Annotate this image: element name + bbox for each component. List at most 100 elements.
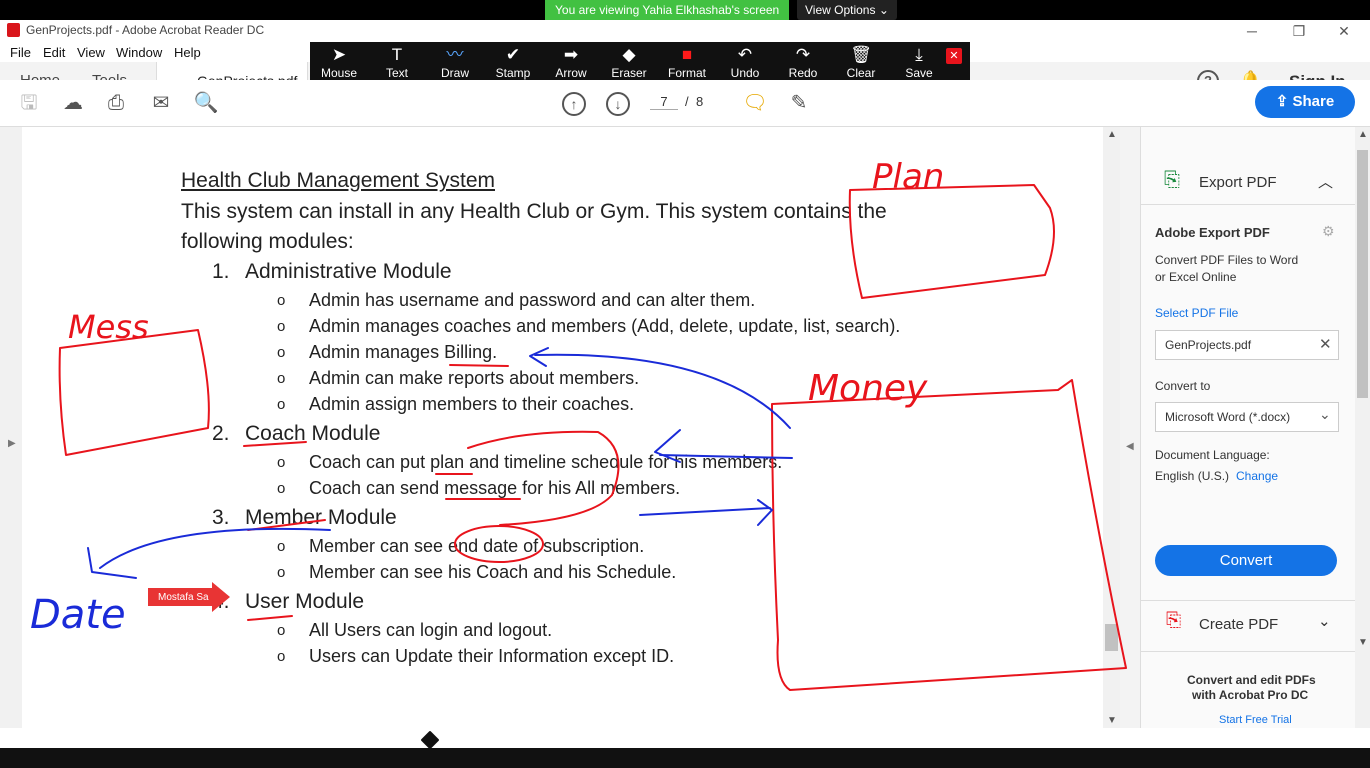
export-desc-line1: Convert PDF Files to Word <box>1155 253 1299 267</box>
convert-to-label: Convert to <box>1155 379 1211 393</box>
list-item: Admin manages coaches and members (Add, … <box>309 316 901 336</box>
bullet-marker: o <box>277 480 286 497</box>
upload-cloud-icon[interactable]: ☁ <box>60 90 86 116</box>
next-page-icon[interactable]: ↓ <box>606 92 630 116</box>
export-pdf-header[interactable]: Export PDF <box>1199 174 1277 191</box>
tool-label: Redo <box>788 66 818 80</box>
list-item: Admin has username and password and can … <box>309 290 756 310</box>
select-file-link[interactable]: Select PDF File <box>1155 306 1238 320</box>
scroll-down-icon[interactable]: ▼ <box>1358 637 1368 648</box>
document-scrollbar[interactable]: ▲ ▼ <box>1103 127 1120 728</box>
free-trial-link[interactable]: Start Free Trial <box>1219 714 1292 726</box>
create-pdf-icon: ⎘ <box>1166 610 1182 631</box>
create-pdf-header[interactable]: Create PDF <box>1199 616 1278 633</box>
change-language-link[interactable]: Change <box>1236 469 1278 483</box>
list-item: All Users can login and logout. <box>309 620 553 640</box>
export-settings-icon[interactable]: ⚙ <box>1322 223 1335 240</box>
adobe-export-title: Adobe Export PDF <box>1155 225 1270 240</box>
menu-file[interactable]: File <box>10 45 31 60</box>
zoom-search-icon[interactable]: 🔍 <box>193 90 219 116</box>
stamp-icon: ✔ <box>505 45 521 64</box>
acrobat-logo-icon <box>7 23 20 37</box>
pdf-page: Health Club Management System This syste… <box>22 127 1103 728</box>
list-item: Admin assign members to their coaches. <box>309 394 635 414</box>
export-desc-line2: or Excel Online <box>1155 270 1237 284</box>
right-panel-divider: ◀ <box>1120 127 1140 728</box>
collapse-right-panel-icon[interactable]: ◀ <box>1126 441 1134 452</box>
highlight-pen-icon[interactable]: ✎ <box>786 90 812 116</box>
module-number: 2. <box>212 422 230 445</box>
bullet-marker: o <box>277 538 286 555</box>
chevron-down-icon[interactable]: ⌄ <box>1318 612 1331 630</box>
list-item: Admin can make reports about members. <box>309 368 640 388</box>
clear-file-icon[interactable]: ✕ <box>1319 335 1332 353</box>
module-heading: Administrative Module <box>245 260 452 283</box>
panel-divider <box>1141 600 1356 601</box>
close-toolbar-icon[interactable]: ✕ <box>946 48 962 64</box>
panel-divider <box>1141 204 1356 205</box>
module-number: 1. <box>212 260 230 283</box>
redo-icon: ↷ <box>795 45 811 64</box>
list-item: Member can see end date of subscription. <box>309 536 645 556</box>
format-select-value: Microsoft Word (*.docx) <box>1165 410 1291 424</box>
save-file-icon[interactable]: 🖫 <box>16 90 42 116</box>
bullet-marker: o <box>277 622 286 639</box>
scroll-up-icon[interactable]: ▲ <box>1107 129 1117 140</box>
scrollbar-thumb[interactable] <box>1105 624 1118 651</box>
list-item: Coach can send message for his All membe… <box>309 478 681 498</box>
bullet-marker: o <box>277 292 286 309</box>
scrollbar-thumb[interactable] <box>1357 150 1368 398</box>
tools-pane-scrollbar[interactable]: ▲ ▼ <box>1355 127 1370 728</box>
document-intro-line2: following modules: <box>181 230 354 253</box>
bullet-marker: o <box>277 648 286 665</box>
page-number-input[interactable]: 7 <box>650 94 678 110</box>
view-options-button[interactable]: View Options ⌄ <box>797 0 897 20</box>
tool-label: Draw <box>440 66 469 80</box>
convert-button[interactable]: Convert <box>1155 545 1337 576</box>
tool-label: Text <box>385 66 408 80</box>
text-icon: T <box>391 45 403 64</box>
tool-label: Save <box>905 66 933 80</box>
email-icon[interactable]: ✉ <box>148 90 174 116</box>
document-intro-line1: This system can install in any Health Cl… <box>181 200 887 223</box>
tool-label: Mouse <box>320 66 358 80</box>
export-pdf-icon: ⎘ <box>1164 169 1180 191</box>
comment-icon[interactable]: 🗨 <box>742 90 768 116</box>
list-item: Admin manages Billing. <box>309 342 498 362</box>
left-panel-collapsed: ▶ <box>0 127 22 728</box>
format-select[interactable]: Microsoft Word (*.docx) ⌄ <box>1155 402 1339 432</box>
bullet-marker: o <box>277 564 286 581</box>
language-value: English (U.S.) <box>1155 469 1230 483</box>
file-field[interactable]: GenProjects.pdf ✕ <box>1155 330 1339 360</box>
cursor-icon: ➤ <box>331 45 347 64</box>
bullet-marker: o <box>277 370 286 387</box>
restore-button[interactable]: ❐ <box>1276 20 1322 42</box>
panel-divider <box>1141 651 1356 652</box>
taskbar-strip <box>0 748 1370 768</box>
minimize-button[interactable]: ─ <box>1229 20 1275 42</box>
page-separator: / <box>685 94 689 109</box>
bullet-marker: o <box>277 318 286 335</box>
chevron-down-icon: ⌄ <box>1319 406 1331 422</box>
menu-view[interactable]: View <box>77 45 105 60</box>
share-button[interactable]: ⇪ Share <box>1255 86 1355 118</box>
undo-icon: ↶ <box>737 45 753 64</box>
scroll-down-icon[interactable]: ▼ <box>1107 715 1117 726</box>
menu-window[interactable]: Window <box>116 45 162 60</box>
print-icon[interactable]: ⎙ <box>103 90 129 116</box>
chevron-up-icon[interactable]: ︿ <box>1318 171 1333 192</box>
format-icon: ■ <box>681 45 693 64</box>
doc-language-label: Document Language: <box>1155 448 1270 462</box>
bullet-marker: o <box>277 454 286 471</box>
menu-edit[interactable]: Edit <box>43 45 65 60</box>
eraser-icon: ◆ <box>622 45 636 64</box>
promo-line1: Convert and edit PDFs <box>1187 673 1316 687</box>
page-total: 8 <box>696 94 704 109</box>
close-window-button[interactable]: ✕ <box>1321 20 1367 42</box>
menu-help[interactable]: Help <box>174 45 201 60</box>
expand-left-panel-icon[interactable]: ▶ <box>8 438 16 449</box>
previous-page-icon[interactable]: ↑ <box>562 92 586 116</box>
scroll-up-icon[interactable]: ▲ <box>1358 129 1368 140</box>
window-title: GenProjects.pdf - Adobe Acrobat Reader D… <box>26 23 265 37</box>
document-title: Health Club Management System <box>181 169 495 192</box>
